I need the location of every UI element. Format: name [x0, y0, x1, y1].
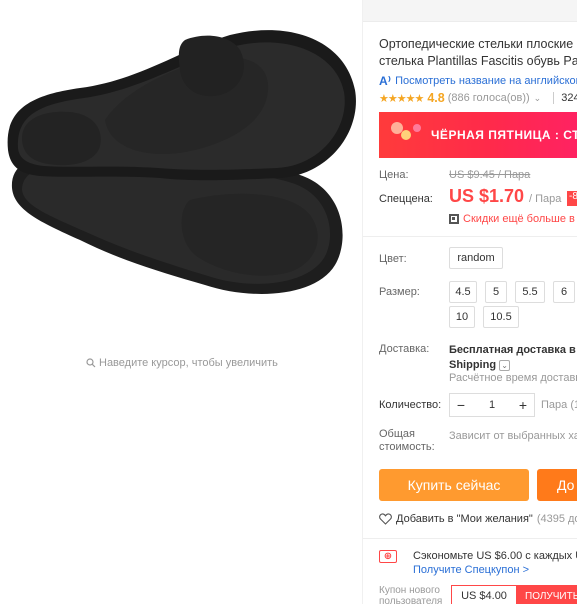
- price-unit: / Пара: [529, 193, 562, 205]
- price-label: Цена:: [379, 169, 409, 181]
- divider: [553, 92, 555, 104]
- product-image[interactable]: [0, 20, 362, 310]
- orders-count: 324: [561, 92, 577, 104]
- special-price-label: Спеццена:: [379, 193, 433, 205]
- coupon-icon: ⊕: [379, 550, 397, 563]
- magnifier-icon: [86, 358, 96, 368]
- size-option[interactable]: 5.5: [515, 281, 545, 303]
- discount-badge: -8: [567, 191, 577, 206]
- size-option[interactable]: 6: [553, 281, 575, 303]
- product-info-panel: Ортопедические стельки плоские стелька P…: [362, 0, 577, 604]
- total-value: Зависит от выбранных хар: [449, 430, 577, 442]
- sale-price: US $1.70: [449, 186, 525, 206]
- product-title-line2: стелька Plantillas Fascitis обувь Pa: [379, 54, 577, 68]
- shipping-label: Доставка:: [379, 343, 430, 355]
- promo-text: Сэкономьте US $6.00 с каждых US $: [413, 550, 577, 562]
- translate-link[interactable]: A⁾ Посмотреть название на английском: [379, 74, 577, 88]
- zoom-hint: Наведите курсор, чтобы увеличить: [86, 357, 278, 369]
- heart-icon: [379, 513, 392, 525]
- old-price: US $9.45 / Пара: [449, 169, 531, 181]
- coupon-label-line1: Купон нового: [379, 585, 440, 596]
- black-friday-banner[interactable]: ЧЁРНАЯ ПЯТНИЦА : СТ: [379, 112, 577, 158]
- translate-icon: A⁾: [379, 74, 392, 88]
- votes-count[interactable]: (886 голоса(ов)): [448, 92, 530, 104]
- color-option[interactable]: random: [449, 247, 503, 269]
- quantity-label: Количество:: [379, 399, 442, 411]
- divider: [363, 538, 577, 539]
- size-option[interactable]: 10.5: [483, 306, 519, 328]
- product-title: Ортопедические стельки плоские стелька P…: [379, 36, 577, 70]
- add-to-cart-button[interactable]: До: [537, 469, 577, 501]
- banner-text: ЧЁРНАЯ ПЯТНИЦА : СТ: [431, 128, 577, 142]
- total-label-line1: Общая: [379, 428, 415, 440]
- add-to-wishlist[interactable]: Добавить в "Мои желания" (4395 доб: [379, 513, 577, 525]
- quantity-input[interactable]: 1: [472, 399, 512, 411]
- size-option[interactable]: 10: [449, 306, 475, 328]
- product-gallery: Наведите курсор, чтобы увеличить: [0, 0, 362, 604]
- get-coupon-button[interactable]: ПОЛУЧИТЬ: [517, 585, 577, 604]
- shipping-value-line1: Бесплатная доставка в Ru: [449, 344, 577, 356]
- app-discount-link[interactable]: Скидки ещё больше в п: [449, 213, 577, 225]
- shipping-value-line2-row: Shipping ⌄: [449, 358, 577, 373]
- divider: [363, 236, 577, 237]
- total-label-line2: стоимость:: [379, 441, 435, 453]
- decor-bubble: [401, 130, 411, 140]
- delivery-estimate: Расчётное время доставки: [449, 372, 577, 384]
- chevron-down-icon[interactable]: ⌄: [499, 359, 511, 371]
- coupon-label-line2: пользователя: [379, 596, 443, 604]
- quantity-unit: Пара (10: [541, 399, 577, 411]
- decor-bubble: [413, 124, 421, 132]
- coupon-value: US $4.00: [451, 585, 517, 604]
- size-option[interactable]: 5: [485, 281, 507, 303]
- quantity-decrease-button[interactable]: −: [450, 397, 472, 413]
- wishlist-count: (4395 доб: [536, 513, 577, 525]
- buy-now-button[interactable]: Купить сейчас: [379, 469, 529, 501]
- translate-link-text: Посмотреть название на английском: [395, 75, 577, 87]
- product-title-line1: Ортопедические стельки плоские: [379, 37, 574, 51]
- color-label: Цвет:: [379, 253, 407, 265]
- quantity-increase-button[interactable]: +: [512, 397, 534, 413]
- chevron-down-icon[interactable]: ⌄: [534, 93, 542, 104]
- rating-row: ★★★★★ 4.8 (886 голоса(ов)) ⌄ 324: [379, 91, 577, 105]
- size-option[interactable]: 4.5: [449, 281, 477, 303]
- app-discount-text: Скидки ещё больше в п: [463, 213, 577, 225]
- star-rating-icon: ★★★★★: [379, 92, 424, 105]
- shipping-value: Бесплатная доставка в Ru Shipping⌄: [449, 343, 577, 373]
- shipping-method: Shipping: [449, 359, 497, 371]
- quantity-stepper: − 1 +: [449, 393, 535, 417]
- wishlist-label: Добавить в "Мои желания": [396, 513, 533, 525]
- total-label: Общая стоимость:: [379, 428, 435, 454]
- size-label: Размер:: [379, 286, 420, 298]
- rating-value: 4.8: [427, 91, 445, 105]
- qr-code-icon: [449, 214, 459, 224]
- get-coupon-link[interactable]: Получите Спецкупон >: [413, 564, 529, 576]
- zoom-hint-text: Наведите курсор, чтобы увеличить: [99, 357, 278, 369]
- top-strip: [363, 0, 577, 22]
- new-user-coupon-label: Купон нового пользователя: [379, 585, 442, 604]
